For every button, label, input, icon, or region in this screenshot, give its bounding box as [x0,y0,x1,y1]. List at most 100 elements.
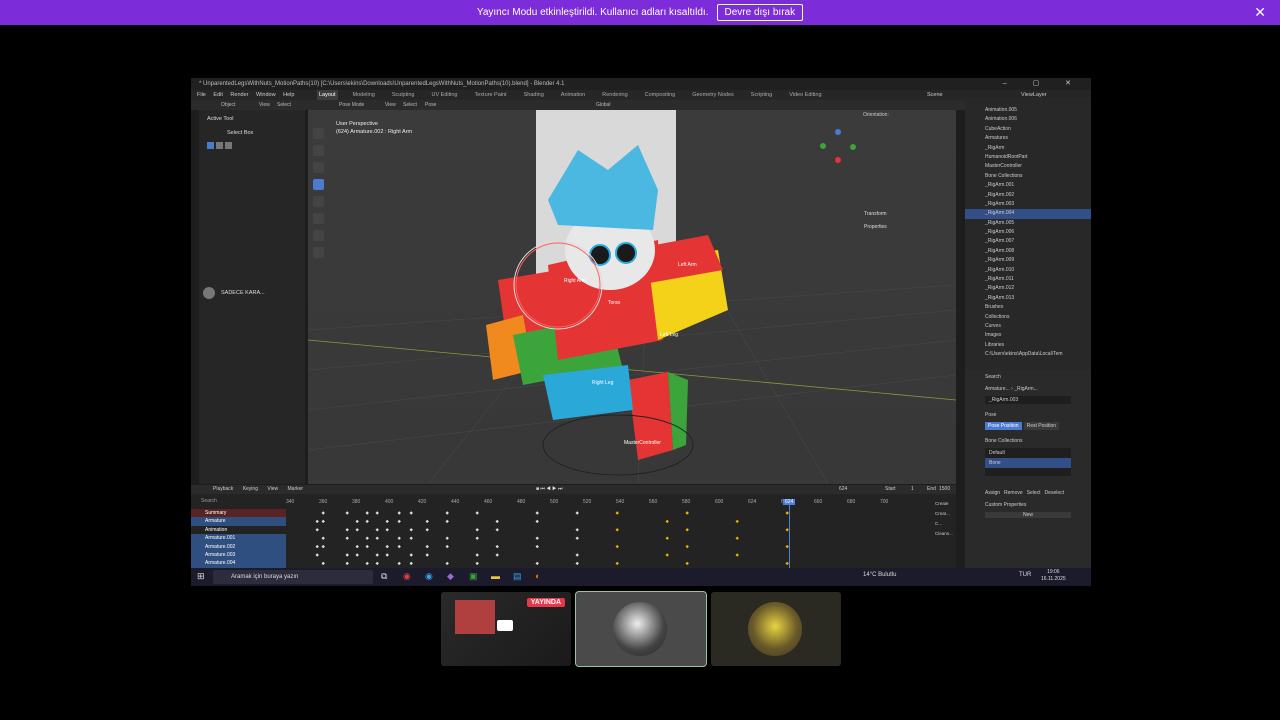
pose-section[interactable]: Pose [965,406,1091,420]
outliner-item[interactable]: _RigArm.009 [965,256,1091,265]
outliner-item[interactable]: _RigArm.010 [965,266,1091,275]
create-action-button[interactable]: Creat... [935,509,955,519]
new-property-button[interactable]: New [985,512,1071,518]
keyframe[interactable] [315,519,319,524]
keyframe-selected[interactable] [615,528,619,532]
start-frame-value[interactable]: 1 [911,485,914,494]
playback-menu[interactable]: Playback [213,486,233,492]
keyframe[interactable] [425,544,429,549]
properties-editor[interactable]: Search Armature... › _RigArm... _RigArm.… [965,370,1091,568]
outliner-item[interactable]: _RigArm.012 [965,284,1091,293]
keyframe[interactable] [345,553,349,557]
keyframe[interactable] [385,528,389,532]
scale-tool-icon[interactable] [312,196,324,207]
keyframe[interactable] [385,519,389,524]
selection-mode-buttons[interactable] [207,142,297,149]
move-tool-icon[interactable] [312,162,324,173]
bone-collections-section[interactable]: Bone Collections [965,432,1091,446]
keyframe[interactable] [315,528,319,532]
keyframe[interactable] [475,553,479,557]
pose-position-button[interactable]: Pose Position [985,422,1022,430]
outliner-item[interactable]: _RigArm.013 [965,294,1091,303]
keyframe-selected[interactable] [685,511,689,515]
channel-armature[interactable]: Armature [191,517,286,526]
keyframe-selected[interactable] [685,528,689,532]
keyframe[interactable] [445,511,449,515]
outliner-item[interactable]: Bone Collections [965,172,1091,181]
keyframe[interactable] [409,528,413,532]
keyframe[interactable] [445,544,449,549]
tab-rendering[interactable]: Rendering [600,90,629,100]
keyframe[interactable] [321,519,325,524]
pose-menu[interactable]: Pose [425,100,436,110]
scene-selector[interactable]: Scene [927,90,943,100]
keyframe[interactable] [575,528,579,532]
keyframe[interactable] [345,536,349,540]
keyframe[interactable] [345,561,349,566]
keyframe[interactable] [385,544,389,549]
keyframe[interactable] [345,511,349,515]
keyframe[interactable] [495,553,499,557]
object-mode-dropdown[interactable]: Object [221,100,235,110]
outliner[interactable]: Animation.005 Animation.006 CubeAction Arma… [965,98,1091,370]
current-frame-field[interactable]: 624 [839,485,847,494]
keyframe[interactable] [425,519,429,524]
keyframe[interactable] [445,519,449,524]
bone-collection-default[interactable]: Default [985,448,1071,458]
keyframe[interactable] [355,528,359,532]
select-menu[interactable]: Select [403,100,417,110]
keyframe[interactable] [575,511,579,515]
keyframe[interactable] [397,561,401,566]
remove-button[interactable]: Remove [1004,490,1023,496]
keyframe[interactable] [365,561,369,566]
keyframe[interactable] [397,519,401,524]
outliner-item[interactable]: _RigArm.006 [965,228,1091,237]
keyframe[interactable] [575,536,579,540]
keyframe-selected[interactable] [615,511,619,515]
edge-icon[interactable]: ◉ [425,571,433,582]
outliner-item[interactable]: CubeAction [965,125,1091,134]
participant-tile[interactable] [575,591,707,667]
keyframe[interactable] [321,511,325,515]
create-button[interactable]: Create [935,499,955,509]
transform-orientation-dropdown[interactable]: Global [596,100,610,110]
n-panel-transform[interactable]: Transform [864,208,887,221]
rotate-tool-icon[interactable] [312,179,324,190]
close-icon[interactable]: ✕ [1254,4,1266,21]
rest-position-button[interactable]: Rest Position [1023,422,1060,430]
keyframe-selected[interactable] [685,544,689,549]
keyframe[interactable] [321,536,325,540]
channel-summary[interactable]: Summary [191,509,286,518]
outliner-item[interactable]: Brushes [965,303,1091,312]
playhead[interactable] [789,499,790,568]
end-frame-value[interactable]: 1500 [939,485,950,494]
outliner-item[interactable]: Animation.005 [965,106,1091,115]
keyframe[interactable] [575,561,579,566]
keyframe-selected[interactable] [615,544,619,549]
3d-viewport[interactable]: User Perspective (624) Armature.002 : Ri… [308,110,956,484]
outliner-item[interactable]: Collections [965,313,1091,322]
keyframe[interactable] [425,553,429,557]
outliner-item[interactable]: _RigArm.011 [965,275,1091,284]
keyframe[interactable] [355,519,359,524]
keyframe[interactable] [535,544,539,549]
outliner-item[interactable]: Libraries [965,341,1091,350]
opera-icon[interactable]: ◉ [403,571,411,582]
keyframe[interactable] [409,536,413,540]
menu-edit[interactable]: Edit [213,92,222,98]
select-button[interactable]: Select [1027,490,1041,496]
keyframe[interactable] [385,553,389,557]
channel-animation[interactable]: Animation [191,526,286,534]
outliner-item[interactable]: Images [965,331,1091,340]
menu-file[interactable]: File [197,92,206,98]
channel-armature-003[interactable]: Armature.003 [191,550,286,560]
tab-video-editing[interactable]: Video Editing [787,90,823,100]
custom-properties-section[interactable]: Custom Properties [965,496,1091,510]
dope-sheet[interactable]: Playback Keying View Marker ■ ⏮ ◀ ▶ ⏭ 62… [191,485,956,568]
deselect-button[interactable]: Deselect [1045,490,1064,496]
keyframe[interactable] [409,561,413,566]
channel-armature-001[interactable]: Armature.001 [191,534,286,543]
keyframe[interactable] [345,528,349,532]
measure-tool-icon[interactable] [312,247,324,258]
keyframe[interactable] [445,536,449,540]
